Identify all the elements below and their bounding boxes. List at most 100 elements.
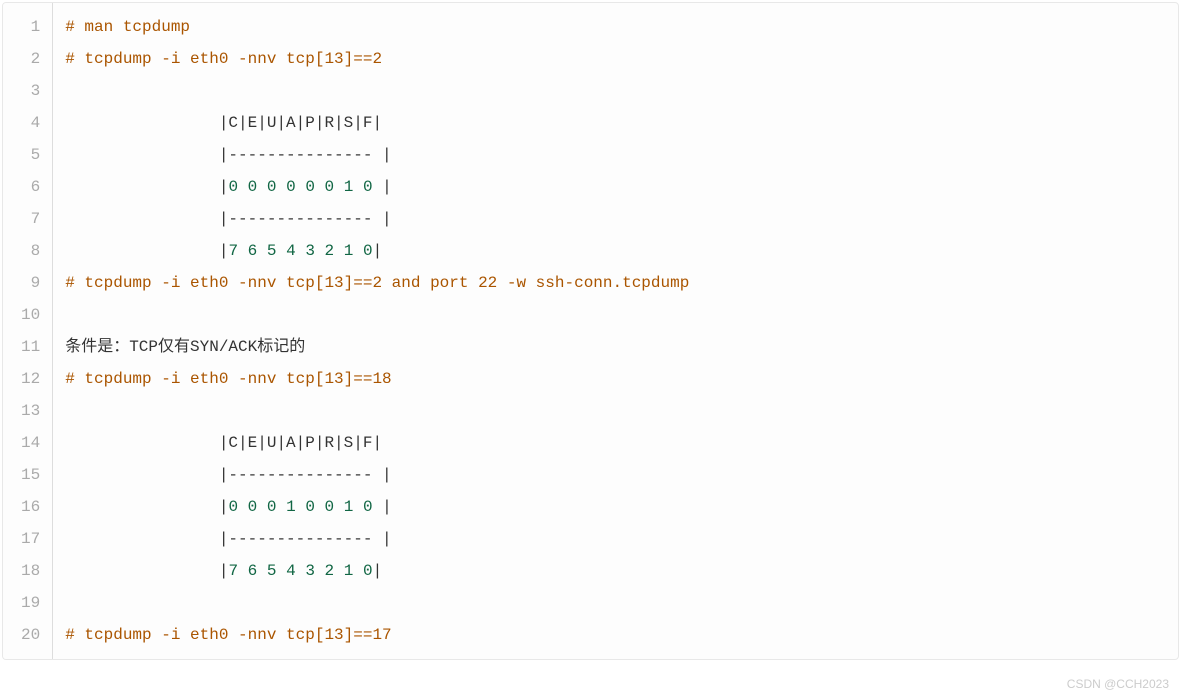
token-number: 2 [325,562,335,580]
token-plain [257,178,267,196]
line-number: 15 [3,459,52,491]
token-number: 0 [248,498,258,516]
code-line: |C|E|U|A|P|R|S|F| [65,427,1178,459]
token-plain [238,498,248,516]
token-plain: | [373,242,383,260]
token-plain [257,242,267,260]
token-plain [296,178,306,196]
token-plain [276,498,286,516]
token-number: 0 [305,498,315,516]
token-plain [315,242,325,260]
line-number: 13 [3,395,52,427]
line-number: 20 [3,619,52,651]
token-plain [257,498,267,516]
token-plain: |--------------- | [65,466,391,484]
line-number: 2 [3,43,52,75]
token-number: 0 [363,498,373,516]
token-plain [276,562,286,580]
code-line: 条件是：TCP仅有SYN/ACK标记的 [65,331,1178,363]
line-number: 12 [3,363,52,395]
token-number: 1 [344,498,354,516]
code-line: # man tcpdump [65,11,1178,43]
line-number: 5 [3,139,52,171]
token-number: 2 [325,242,335,260]
line-number: 17 [3,523,52,555]
token-number: 0 [228,498,238,516]
token-number: 6 [248,562,258,580]
code-line: |0 0 0 0 0 0 1 0 | [65,171,1178,203]
token-number: 3 [305,562,315,580]
code-line: # tcpdump -i eth0 -nnv tcp[13]==2 and po… [65,267,1178,299]
token-plain: | [373,562,383,580]
watermark-text: CSDN @CCH2023 [1067,677,1169,691]
token-plain [334,178,344,196]
token-plain [334,498,344,516]
token-plain: | [65,178,228,196]
line-number: 14 [3,427,52,459]
token-number: 4 [286,242,296,260]
line-number: 9 [3,267,52,299]
code-line: # tcpdump -i eth0 -nnv tcp[13]==18 [65,363,1178,395]
token-plain: |--------------- | [65,146,391,164]
token-number: 4 [286,562,296,580]
code-block: 1234567891011121314151617181920 # man tc… [2,2,1179,660]
token-plain: |--------------- | [65,530,391,548]
token-plain [238,178,248,196]
line-number: 10 [3,299,52,331]
token-number: 1 [344,562,354,580]
token-plain: |C|E|U|A|P|R|S|F| [65,434,382,452]
token-plain [276,242,286,260]
code-line: |7 6 5 4 3 2 1 0| [65,235,1178,267]
token-plain: | [65,242,228,260]
token-plain [353,562,363,580]
token-number: 1 [344,242,354,260]
token-number: 0 [325,498,335,516]
token-comment: # tcpdump -i eth0 -nnv tcp[13]==2 and po… [65,274,689,292]
line-number: 7 [3,203,52,235]
code-line [65,75,1178,107]
token-number: 0 [228,178,238,196]
code-line: |--------------- | [65,203,1178,235]
token-comment: # man tcpdump [65,18,190,36]
code-line: |--------------- | [65,459,1178,491]
token-plain [334,562,344,580]
line-number: 19 [3,587,52,619]
code-line: # tcpdump -i eth0 -nnv tcp[13]==2 [65,43,1178,75]
token-plain [315,178,325,196]
token-number: 0 [305,178,315,196]
code-line: |C|E|U|A|P|R|S|F| [65,107,1178,139]
line-number: 16 [3,491,52,523]
line-number: 18 [3,555,52,587]
token-number: 3 [305,242,315,260]
token-plain [276,178,286,196]
token-comment: # tcpdump -i eth0 -nnv tcp[13]==17 [65,626,391,644]
token-plain [238,242,248,260]
token-plain [238,562,248,580]
token-plain [353,178,363,196]
code-line [65,395,1178,427]
code-line: |0 0 0 1 0 0 1 0 | [65,491,1178,523]
token-number: 0 [363,242,373,260]
token-plain [353,498,363,516]
token-number: 6 [248,242,258,260]
line-number: 4 [3,107,52,139]
token-plain [296,242,306,260]
token-plain [296,498,306,516]
token-number: 7 [228,562,238,580]
token-plain: |C|E|U|A|P|R|S|F| [65,114,382,132]
token-number: 0 [286,178,296,196]
code-content[interactable]: # man tcpdump # tcpdump -i eth0 -nnv tcp[… [53,3,1178,659]
token-number: 0 [363,562,373,580]
token-number: 7 [228,242,238,260]
line-number: 3 [3,75,52,107]
code-line: |7 6 5 4 3 2 1 0| [65,555,1178,587]
line-number: 1 [3,11,52,43]
token-number: 0 [248,178,258,196]
token-plain [315,562,325,580]
line-number: 8 [3,235,52,267]
code-line [65,299,1178,331]
token-plain: | [65,498,228,516]
token-plain: | [373,498,392,516]
line-number-gutter: 1234567891011121314151617181920 [3,3,53,659]
token-plain: 条件是：TCP仅有SYN/ACK标记的 [65,338,305,356]
